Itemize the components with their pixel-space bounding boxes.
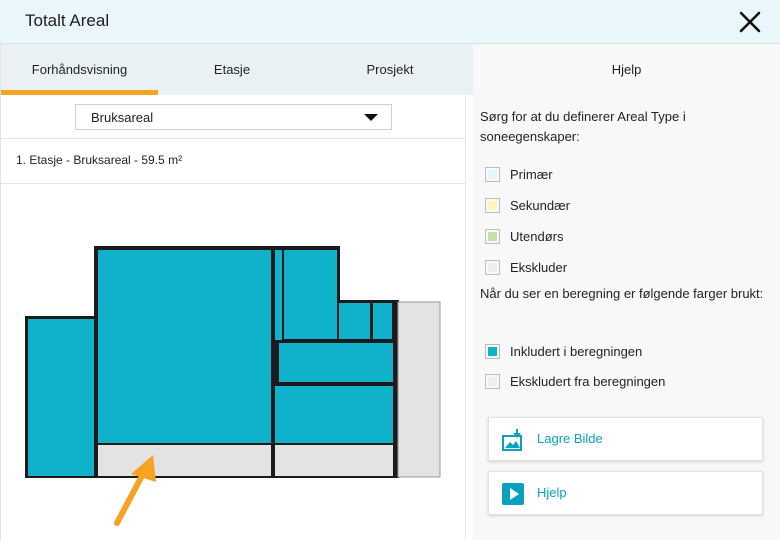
legend-label: Sekundær (510, 197, 570, 213)
swatch-secondary (485, 197, 500, 213)
help-video-button[interactable]: Hjelp (488, 471, 763, 515)
swatch-excluded (485, 373, 500, 389)
help-intro: Sørg for at du definerer Areal Type i so… (480, 109, 686, 144)
window-title: Totalt Areal (25, 11, 110, 30)
floor-plan (25, 246, 441, 526)
legend-item-outdoor: Utendørs (485, 228, 563, 244)
play-video-icon (502, 483, 524, 505)
included-zone (28, 319, 94, 476)
legend-label: Ekskluder (510, 259, 568, 275)
help-panel: Hjelp Sørg for at du definerer Areal Typ… (473, 44, 780, 540)
help-panel-title: Hjelp (611, 62, 642, 77)
legend-label: Utendørs (510, 228, 564, 244)
legend-item-primary: Primær (485, 166, 553, 182)
save-image-icon (502, 429, 522, 451)
included-zone (275, 386, 393, 443)
save-image-label: Lagre Bilde (537, 431, 603, 446)
help-video-label: Hjelp (537, 485, 567, 500)
legend-label: Primær (510, 166, 553, 182)
close-icon[interactable] (738, 10, 762, 34)
included-zone (275, 250, 282, 340)
legend-item-secondary: Sekundær (485, 197, 570, 213)
legend-item-exclude: Ekskluder (485, 259, 567, 275)
legend-item-excluded: Ekskludert fra beregningen (485, 373, 665, 389)
swatch-included (485, 343, 500, 359)
excluded-zone (98, 445, 271, 476)
legend-label: Ekskludert fra beregningen (510, 373, 666, 389)
excluded-zone (397, 301, 441, 478)
calc-intro: Når du ser en beregning er følgende farg… (480, 286, 764, 301)
included-zone (284, 250, 337, 339)
included-zone (98, 250, 271, 443)
excluded-zone (275, 445, 393, 476)
title-bar: Totalt Areal (0, 0, 780, 44)
save-image-button[interactable]: Lagre Bilde (488, 417, 763, 461)
swatch-exclude (485, 259, 500, 275)
legend-label: Inkludert i beregningen (510, 343, 643, 359)
included-zone (279, 343, 393, 382)
swatch-outdoor (485, 228, 500, 244)
swatch-primary (485, 166, 500, 182)
included-zone (373, 303, 392, 339)
included-zone (339, 303, 370, 339)
legend-item-included: Inkludert i beregningen (485, 343, 642, 359)
